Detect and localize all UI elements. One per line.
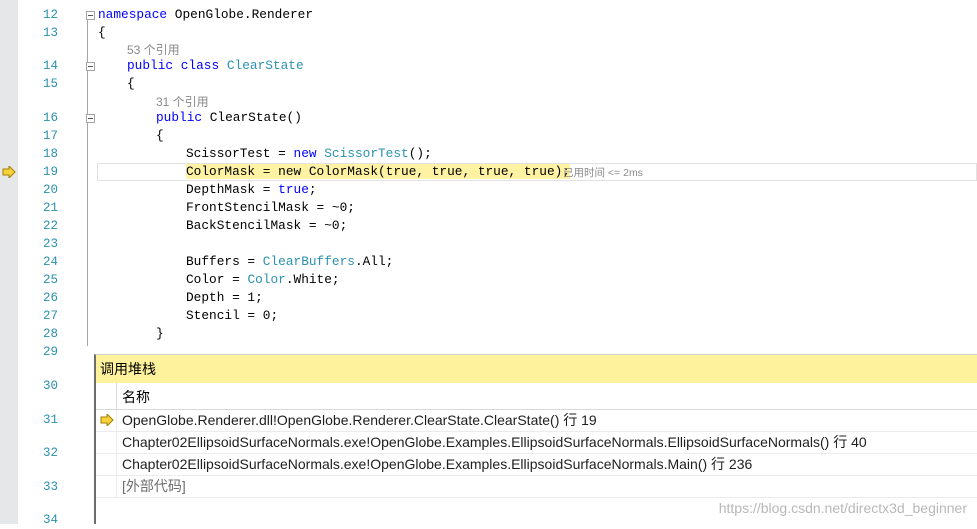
call-stack-header: 名称 bbox=[96, 383, 977, 410]
line-number: 17 bbox=[42, 129, 58, 143]
code-line-20: DepthMask = true; bbox=[186, 182, 317, 197]
column-divider bbox=[116, 454, 117, 475]
line-number: 13 bbox=[42, 26, 58, 40]
line-number: 25 bbox=[42, 273, 58, 287]
code-line-26: Depth = 1; bbox=[186, 290, 263, 305]
code-line-19: ColorMask = new ColorMask(true, true, tr… bbox=[186, 164, 570, 179]
collapse-toggle-constructor[interactable] bbox=[86, 114, 95, 123]
breakpoint-gutter[interactable] bbox=[0, 0, 18, 524]
line-number: 16 bbox=[42, 111, 58, 125]
code-line-17: { bbox=[156, 128, 164, 143]
code-line-13: { bbox=[98, 25, 106, 40]
code-line-25: Color = Color.White; bbox=[186, 272, 340, 287]
call-stack-row[interactable]: Chapter02EllipsoidSurfaceNormals.exe!Ope… bbox=[96, 432, 977, 454]
line-number: 18 bbox=[42, 147, 58, 161]
call-stack-row[interactable]: OpenGlobe.Renderer.dll!OpenGlobe.Rendere… bbox=[96, 410, 977, 432]
line-number: 15 bbox=[42, 77, 58, 91]
line-number: 32 bbox=[42, 446, 58, 460]
frame-name: Chapter02EllipsoidSurfaceNormals.exe!Ope… bbox=[122, 456, 753, 472]
code-line-22: BackStencilMask = ~0; bbox=[186, 218, 348, 233]
collapse-toggle-namespace[interactable] bbox=[86, 11, 95, 20]
column-divider bbox=[116, 432, 117, 453]
line-number: 20 bbox=[42, 183, 58, 197]
code-line-16: public ClearState() bbox=[156, 110, 302, 125]
line-number: 21 bbox=[42, 201, 58, 215]
code-line-27: Stencil = 0; bbox=[186, 308, 279, 323]
call-stack-row[interactable]: [外部代码] bbox=[96, 476, 977, 498]
line-number: 19 bbox=[42, 165, 58, 179]
call-stack-title[interactable]: 调用堆栈 bbox=[96, 355, 977, 383]
line-number: 31 bbox=[42, 413, 58, 427]
code-line-12: namespace OpenGlobe.Renderer bbox=[98, 7, 314, 22]
collapse-toggle-class[interactable] bbox=[86, 62, 95, 71]
reference-count-lens[interactable]: 53 个引用 bbox=[127, 41, 180, 58]
call-stack-row[interactable]: Chapter02EllipsoidSurfaceNormals.exe!Ope… bbox=[96, 454, 977, 476]
code-line-28: } bbox=[156, 326, 164, 341]
watermark: https://blog.csdn.net/directx3d_beginner bbox=[718, 500, 967, 516]
code-line-15: { bbox=[127, 76, 135, 91]
line-number: 14 bbox=[42, 59, 58, 73]
line-number: 26 bbox=[42, 291, 58, 305]
line-number: 30 bbox=[42, 379, 58, 393]
frame-name: Chapter02EllipsoidSurfaceNormals.exe!Ope… bbox=[122, 434, 867, 450]
code-line-14: public class ClearState bbox=[127, 58, 304, 73]
line-number: 28 bbox=[42, 327, 58, 341]
line-number: 12 bbox=[42, 8, 58, 22]
code-line-21: FrontStencilMask = ~0; bbox=[186, 200, 355, 215]
call-stack-window[interactable]: 调用堆栈 名称 OpenGlobe.Renderer.dll!OpenGlobe… bbox=[94, 354, 977, 524]
line-number: 24 bbox=[42, 255, 58, 269]
current-statement-arrow-icon bbox=[2, 166, 16, 178]
code-line-24: Buffers = ClearBuffers.All; bbox=[186, 254, 394, 269]
line-number: 22 bbox=[42, 219, 58, 233]
line-number: 34 bbox=[42, 513, 58, 527]
line-number: 23 bbox=[42, 237, 58, 251]
line-number: 29 bbox=[42, 345, 58, 359]
frame-name: OpenGlobe.Renderer.dll!OpenGlobe.Rendere… bbox=[122, 412, 597, 428]
column-divider bbox=[116, 410, 117, 431]
code-line-18: ScissorTest = new ScissorTest(); bbox=[186, 146, 432, 161]
column-header-name[interactable]: 名称 bbox=[122, 387, 150, 407]
perf-tip[interactable]: 已用时间 <= 2ms bbox=[563, 165, 643, 180]
frame-name: [外部代码] bbox=[122, 478, 186, 494]
line-number: 27 bbox=[42, 309, 58, 323]
column-divider bbox=[116, 476, 117, 497]
reference-count-lens[interactable]: 31 个引用 bbox=[156, 93, 209, 110]
line-number: 33 bbox=[42, 480, 58, 494]
column-divider bbox=[116, 383, 117, 409]
current-frame-arrow-icon bbox=[100, 414, 114, 426]
